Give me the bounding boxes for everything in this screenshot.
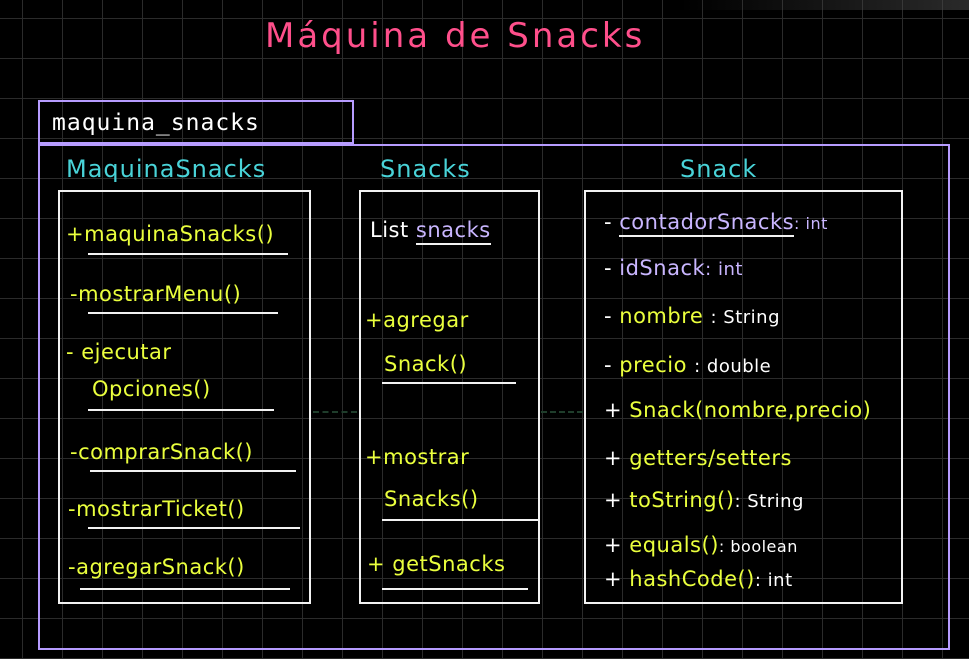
member-agregarsnack-snacks-line2: Snack() bbox=[384, 352, 468, 376]
member-ejecutaropciones: - ejecutar bbox=[66, 340, 172, 364]
member-precio: - precio : double bbox=[604, 353, 772, 377]
member-agregarsnack: -agregarSnack() bbox=[68, 555, 245, 579]
class-name-snacks: Snacks bbox=[380, 155, 471, 183]
member-maquinasnacks-constructor: +maquinaSnacks() bbox=[66, 222, 275, 246]
member-underline bbox=[88, 312, 278, 314]
member-snack-constructor: + Snack(nombre,precio) bbox=[604, 398, 872, 422]
member-mostrarsnacks: +mostrar bbox=[365, 445, 470, 469]
member-underline bbox=[382, 519, 538, 521]
member-underline bbox=[88, 527, 300, 529]
member-equals: + equals(): boolean bbox=[604, 533, 798, 557]
member-underline bbox=[88, 253, 288, 255]
class-name-snack: Snack bbox=[680, 155, 758, 183]
member-mostrarmenu: -mostrarMenu() bbox=[70, 282, 242, 306]
member-comprarsnack: -comprarSnack() bbox=[70, 440, 253, 464]
member-underline bbox=[382, 588, 528, 590]
diagram-title: Máquina de Snacks bbox=[265, 16, 646, 56]
association-arrow-2 bbox=[541, 411, 583, 413]
top-right-overlay bbox=[680, 0, 969, 10]
member-underline bbox=[80, 588, 290, 590]
association-arrow-1 bbox=[313, 411, 357, 413]
member-mostrarsnacks-line2: Snacks() bbox=[384, 487, 479, 511]
member-contadorsnacks: - contadorSnacks: int bbox=[604, 210, 828, 237]
member-agregarsnack-snacks: +agregar bbox=[365, 308, 469, 332]
member-idsnack: - idSnack: int bbox=[604, 256, 743, 280]
class-name-maquinasnacks: MaquinaSnacks bbox=[66, 155, 267, 183]
member-hashcode: + hashCode(): int bbox=[604, 567, 793, 591]
member-list-snacks: List snacks bbox=[370, 218, 491, 245]
class-box-snacks bbox=[359, 190, 540, 604]
member-underline bbox=[88, 409, 274, 411]
member-ejecutaropciones-line2: Opciones() bbox=[92, 377, 211, 401]
member-underline bbox=[382, 382, 516, 384]
package-name: maquina_snacks bbox=[52, 110, 260, 136]
member-getsnacks: + getSnacks bbox=[367, 552, 506, 576]
member-underline bbox=[90, 470, 296, 472]
member-tostring: + toString(): String bbox=[604, 488, 804, 512]
member-getters-setters: + getters/setters bbox=[604, 446, 792, 470]
member-mostrarticket: -mostrarTicket() bbox=[68, 497, 245, 521]
member-nombre: - nombre : String bbox=[604, 304, 781, 328]
